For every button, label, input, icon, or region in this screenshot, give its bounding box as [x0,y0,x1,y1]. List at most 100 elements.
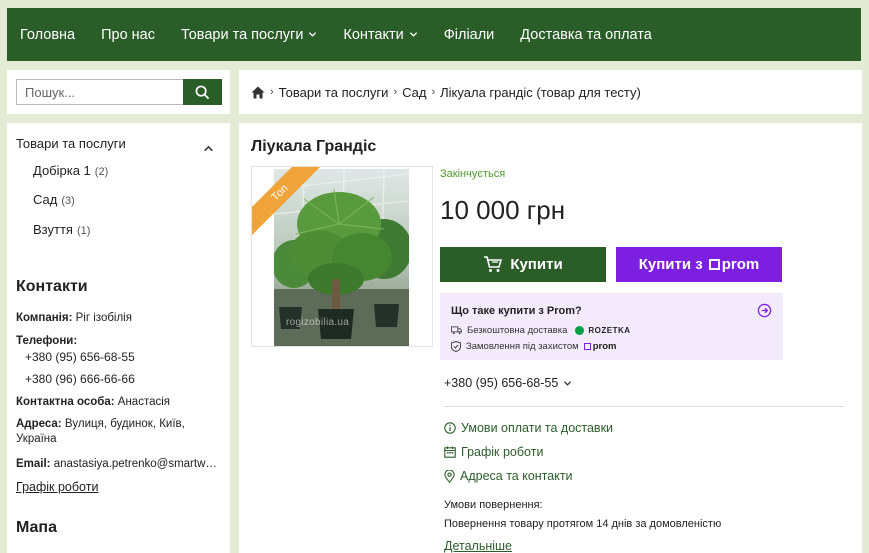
category-item[interactable]: Взуття (1) [33,222,90,237]
contact-email[interactable]: Email: anastasiya.petrenko@smartweb.com.… [16,457,222,472]
chevron-down-icon [409,32,417,37]
contact-person: Контактна особа: Анастасія [16,395,222,410]
truck-icon [451,326,462,335]
category-count: (3) [61,195,75,207]
search-button[interactable] [183,79,222,105]
delivery-text: Безкоштовна доставка [467,325,568,336]
protection-text: Замовлення під захистом [466,341,579,352]
company-label: Компанія: [16,312,73,324]
link-label: Адреса та контакти [460,469,573,483]
prom-delivery-line: Безкоштовна доставка ROZETKA [451,325,631,336]
prom-logo: prom [583,341,617,352]
breadcrumb-item[interactable]: Товари та послуги [279,85,389,100]
payment-delivery-link[interactable]: Умови оплати та доставки [444,421,613,435]
company-value: Ріг ізобілія [75,312,132,324]
nav-about[interactable]: Про нас [101,27,155,43]
nav-label: Головна [20,26,76,43]
email-label: Email: [16,458,51,470]
breadcrumb: › Товари та послуги › Сад › Лікуала гран… [239,70,862,114]
address-label: Адреса: [16,418,62,430]
nav-label: Контакти [343,26,404,43]
phone-dropdown[interactable]: +380 (95) 656-68-55 [444,376,572,390]
divider [444,406,844,407]
prom-square-icon [583,343,591,350]
image-watermark: rogizobilia.ua [286,317,350,328]
breadcrumb-separator: › [393,86,398,98]
sidebar: Товари та послуги Добірка 1 (2) Сад (3) Вз… [7,123,230,553]
phone-value: +380 (95) 656-68-55 [444,376,559,390]
nav-home[interactable]: Головна [20,27,75,43]
contact-address: Адреса: Вулиця, будинок, Київ, Україна [16,417,222,447]
category-label: Добірка 1 [33,163,91,178]
phones-label: Телефони: [16,334,222,349]
category-item[interactable]: Добірка 1 (2) [33,163,108,178]
category-item[interactable]: Сад (3) [33,192,75,207]
top-nav: Головна Про нас Товари та послуги Контак… [7,8,861,61]
category-label: Сад [33,192,58,207]
stock-status: Закінчується [440,168,506,180]
phone-number[interactable]: +380 (95) 656-68-55 [25,350,231,365]
person-label: Контактна особа: [16,396,115,408]
nav-products[interactable]: Товари та послуги [181,27,317,43]
buy-label: Купити [510,256,563,273]
calendar-icon [444,446,456,458]
nav-label: Доставка та оплата [520,26,652,43]
prom-buy-button[interactable]: Купити з prom [616,247,782,282]
chevron-down-icon [564,380,572,386]
shield-icon [451,341,461,352]
cart-icon [484,256,503,272]
rozetka-icon [575,326,585,335]
address-contacts-link[interactable]: Адреса та контакти [444,469,573,483]
contact-company: Компанія: Ріг ізобілія [16,311,222,326]
chevron-down-icon [309,32,317,37]
location-pin-icon [444,469,455,483]
link-label: Графік роботи [461,445,544,459]
search-icon [195,85,210,99]
nav-contacts[interactable]: Контакти [343,27,417,43]
return-text: Повернення товару протягом 14 днів за до… [444,518,722,530]
phone-number[interactable]: +380 (96) 666-66-66 [25,372,231,387]
chevron-up-icon[interactable] [203,143,214,154]
map-title: Мапа [16,519,57,536]
product-title: Ліукала Грандіс [251,138,377,155]
email-value: anastasiya.petrenko@smartweb.com.ua [53,458,222,470]
prom-text: prom [592,341,617,352]
category-label: Взуття [33,222,73,237]
prom-logo-icon [708,259,720,270]
prom-info-title: Що таке купити з Prom? [451,305,582,317]
category-count: (2) [94,166,109,178]
person-value: Анастасія [117,396,171,408]
more-details-link[interactable]: Детальніше [444,539,512,553]
product-price: 10 000 грн [440,195,566,225]
home-icon[interactable] [251,86,265,99]
nav-label: Товари та послуги [181,26,304,43]
rozetka-text: ROZETKA [588,326,631,335]
prom-protection-line: Замовлення під захистом prom [451,341,616,352]
buy-button[interactable]: Купити [440,247,606,282]
prom-brand: prom [721,256,760,273]
breadcrumb-separator: › [270,86,274,98]
phones-label-text: Телефони: [16,335,78,347]
category-count: (1) [76,225,91,237]
nav-delivery[interactable]: Доставка та оплата [520,27,652,43]
nav-branches[interactable]: Філіали [444,27,495,43]
nav-label: Філіали [443,26,495,43]
schedule-link[interactable]: Графік роботи [16,480,222,495]
search-input[interactable] [16,79,183,105]
product-image[interactable]: Топ rogizobilia.ua [251,166,433,347]
nav-label: Про нас [101,26,155,43]
prom-buy-label: Купити з [638,256,703,273]
categories-title[interactable]: Товари та послуги [16,136,126,151]
rozetka-logo: ROZETKA [575,326,630,335]
product-panel: Ліукала Грандіс Топ rogizobilia.ua Закін… [239,123,862,553]
work-schedule-link[interactable]: Графік роботи [444,445,543,459]
link-label: Умови оплати та доставки [461,421,614,435]
breadcrumb-current: Лікуала грандіс (товар для тесту) [440,84,641,100]
info-icon [444,422,456,434]
return-title: Умови повернення: [444,499,543,511]
arrow-right-circle-icon[interactable] [757,303,772,318]
breadcrumb-item[interactable]: Сад [402,85,426,100]
prom-info-box[interactable]: Що таке купити з Prom? Безкоштовна доста… [440,293,783,360]
breadcrumb-separator: › [431,86,436,98]
contacts-title: Контакти [16,278,88,295]
